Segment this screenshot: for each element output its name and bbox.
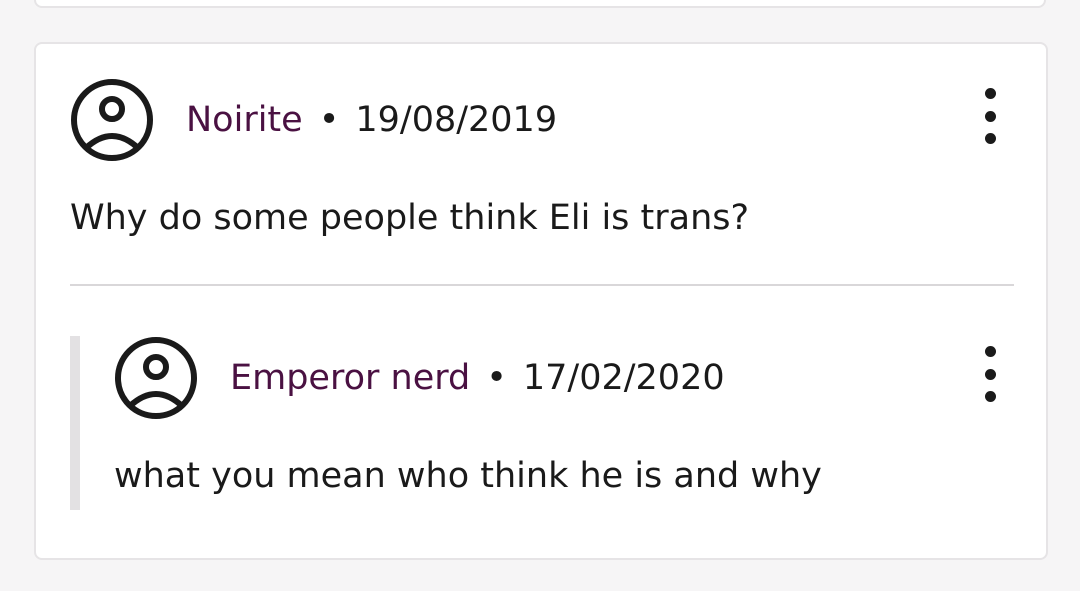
meta-separator: •	[486, 358, 507, 398]
comment-card: Noirite • 19/08/2019 Why do some people …	[34, 42, 1048, 560]
reply-body: what you mean who think he is and why	[114, 456, 822, 496]
user-avatar-icon[interactable]	[70, 78, 154, 162]
previous-comment-card	[34, 0, 1046, 8]
kebab-menu-icon[interactable]	[976, 346, 1004, 402]
meta-separator: •	[318, 100, 340, 140]
reply-username[interactable]: Emperor nerd	[230, 358, 470, 398]
reply-date: 17/02/2020	[522, 358, 725, 398]
comment-header: Noirite • 19/08/2019	[70, 78, 557, 162]
comment-date: 19/08/2019	[355, 100, 558, 140]
reply-header: Emperor nerd • 17/02/2020	[114, 336, 725, 420]
comment-body: Why do some people think Eli is trans?	[70, 198, 750, 238]
comment-username[interactable]: Noirite	[186, 100, 303, 140]
comment-divider	[70, 284, 1014, 286]
kebab-menu-icon[interactable]	[976, 88, 1004, 144]
reply-indent-bar	[70, 336, 80, 510]
user-avatar-icon[interactable]	[114, 336, 198, 420]
